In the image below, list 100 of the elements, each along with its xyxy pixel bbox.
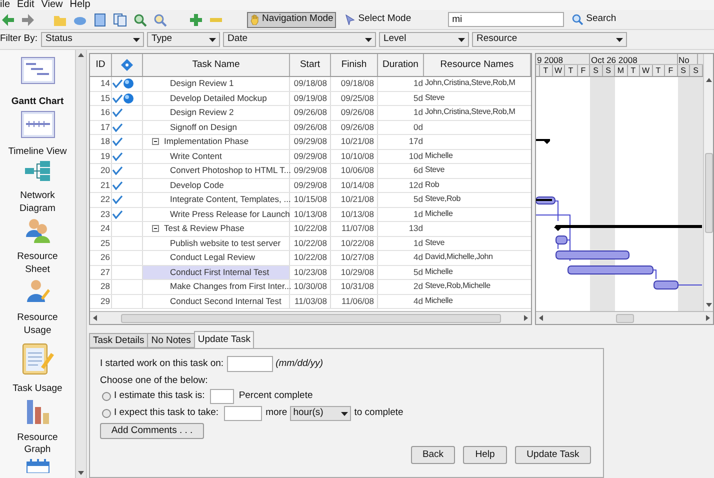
sidebar-item[interactable]: Resource Usage xyxy=(2,278,74,337)
start-cell: 10/15/08 xyxy=(290,193,331,206)
task-row[interactable]: 24 Test & Review Phase 10/22/08 11/07/08 13d xyxy=(90,222,531,236)
scroll-left-arrow-icon[interactable] xyxy=(93,315,97,321)
collapse-icon[interactable] xyxy=(152,225,159,232)
scroll-thumb[interactable] xyxy=(704,152,712,232)
filter-dropdown[interactable]: Level xyxy=(379,32,470,47)
task-row[interactable]: 28 Make Changes from First Inter... 10/30/08 10/31/08 2d Steve,Rob,Michelle xyxy=(90,280,531,294)
option-label: I expect this task to take: xyxy=(114,406,219,420)
collapse-icon[interactable] xyxy=(152,138,159,146)
back-arrow-icon[interactable] xyxy=(1,12,15,26)
scroll-right-arrow-icon[interactable] xyxy=(706,315,710,321)
sidebar-item[interactable]: Resource Graph xyxy=(2,398,74,456)
menu-item[interactable]: Edit xyxy=(17,0,34,10)
scroll-thumb[interactable] xyxy=(120,314,500,322)
column-header[interactable]: Finish xyxy=(331,54,378,76)
add-icon[interactable] xyxy=(189,12,203,26)
task-row[interactable]: 20 Convert Photoshop to HTML T... 09/29/08 10/06/08 6d Steve xyxy=(90,164,531,178)
column-header[interactable]: Resource Names xyxy=(424,54,531,76)
task-row[interactable]: 21 Develop Code 09/29/08 10/14/08 12d Rob xyxy=(90,178,531,193)
document-icon[interactable] xyxy=(93,12,107,26)
id-cell: 17 xyxy=(90,120,112,134)
start-cell: 10/22/08 xyxy=(290,236,331,250)
copy-icon[interactable] xyxy=(113,12,127,26)
task-row[interactable]: 14 Design Review 1 09/18/08 09/18/08 1d John,Cristina,Steve,Rob,M xyxy=(90,77,531,92)
filter-dropdown[interactable]: Status xyxy=(41,32,144,47)
resource-cell: Michelle xyxy=(425,296,453,304)
scrollbar[interactable] xyxy=(75,50,87,478)
task-name: Signoff on Design xyxy=(170,120,237,134)
sidebar-item[interactable]: Gantt Chart xyxy=(2,57,74,108)
column-header[interactable]: Task Name xyxy=(143,54,290,76)
radio-button[interactable] xyxy=(102,392,111,401)
scroll-thumb[interactable] xyxy=(616,314,634,322)
duration-cell-text: 10d xyxy=(408,150,424,162)
id-cell: 26 xyxy=(90,251,112,264)
form-button[interactable]: Help xyxy=(463,446,507,464)
date-format-hint: (mm/dd/yy) xyxy=(276,356,324,371)
day-header: W xyxy=(552,65,565,76)
form-button[interactable]: Back xyxy=(411,446,455,464)
sidebar-item[interactable]: Task Usage xyxy=(2,341,74,396)
day-header: T xyxy=(628,65,640,76)
scroll-down-arrow-icon[interactable] xyxy=(78,471,84,475)
column-header[interactable]: ID xyxy=(90,54,112,76)
task-row[interactable]: 29 Conduct Second Internal Test 11/03/08 11/06/08 4d Michelle xyxy=(90,294,531,309)
scroll-up-arrow-icon[interactable] xyxy=(78,53,84,57)
column-header[interactable]: Duration xyxy=(378,54,424,76)
resource-cell: Rob xyxy=(425,180,440,188)
date-field[interactable] xyxy=(226,356,273,372)
tab[interactable]: Update Task xyxy=(194,331,254,348)
task-name: Develop Detailed Mockup xyxy=(170,92,267,105)
more-label: more xyxy=(266,406,288,420)
zoom-in-icon[interactable] xyxy=(133,12,147,26)
task-row[interactable]: 23 Write Press Release for Launch 10/13/08 10/13/08 1d Michelle xyxy=(90,208,531,222)
search-field[interactable]: mi xyxy=(448,12,564,27)
radio-button[interactable] xyxy=(102,409,111,418)
form-button[interactable]: Update Task xyxy=(515,446,591,464)
dropdown-arrow-icon xyxy=(365,38,372,42)
task-row[interactable]: 27 Conduct First Internal Test 10/23/08 10/29/08 5d Michelle xyxy=(90,266,531,280)
sidebar-item[interactable]: Resource Sheet xyxy=(2,217,74,276)
horizontal-scrollbar[interactable] xyxy=(90,311,531,324)
menu-item[interactable]: View xyxy=(41,0,63,10)
filter-dropdown[interactable]: Type xyxy=(147,32,220,47)
scroll-right-arrow-icon[interactable] xyxy=(524,315,528,321)
task-name: Conduct Second Internal Test xyxy=(170,294,282,308)
task-row[interactable]: 22 Integrate Content, Templates, ... 10/15/08 10/21/08 5d Steve,Rob xyxy=(90,193,531,208)
tab[interactable]: No Notes xyxy=(147,333,195,348)
task-row[interactable]: 25 Publish website to test server 10/22/08 10/22/08 1d Steve xyxy=(90,236,531,251)
percent-field[interactable] xyxy=(210,389,234,404)
task-row[interactable]: 19 Write Content 09/29/08 10/10/08 10d Michelle xyxy=(90,150,531,164)
horizontal-scrollbar[interactable] xyxy=(536,311,713,324)
task-row[interactable]: 18 Implementation Phase 09/29/08 10/21/08 17d xyxy=(90,135,531,150)
finish-cell: 09/18/08 xyxy=(331,77,378,90)
column-header[interactable]: Start xyxy=(290,54,331,76)
menu-item[interactable]: Help xyxy=(70,0,90,10)
search-button[interactable]: Search xyxy=(570,12,618,27)
select-mode-button[interactable]: Select Mode xyxy=(342,12,414,28)
navigation-mode-button[interactable]: Navigation Mode xyxy=(247,12,336,28)
time-field[interactable] xyxy=(224,406,262,421)
scroll-left-arrow-icon[interactable] xyxy=(539,315,543,321)
scroll-up-arrow-icon[interactable] xyxy=(706,78,712,82)
task-row[interactable]: 15 Develop Detailed Mockup 09/19/08 09/25/08 5d Steve xyxy=(90,92,531,106)
filter-dropdown[interactable]: Resource xyxy=(472,32,628,47)
add-comments-button[interactable]: Add Comments . . . xyxy=(100,423,204,439)
start-cell: 09/19/08 xyxy=(290,92,331,105)
menu-item[interactable]: ile xyxy=(0,0,10,10)
task-row[interactable]: 17 Signoff on Design 09/26/08 09/26/08 0d xyxy=(90,120,531,135)
task-row[interactable]: 16 Design Review 2 09/26/08 09/26/08 1d John,Cristina,Steve,Rob,M xyxy=(90,106,531,120)
forward-arrow-icon[interactable] xyxy=(21,12,35,26)
search-icon xyxy=(572,14,584,25)
vertical-scrollbar[interactable] xyxy=(703,54,713,311)
tab[interactable]: Task Details xyxy=(89,333,148,348)
option-suffix: to complete xyxy=(354,406,404,420)
resource-cell: Steve xyxy=(425,92,444,102)
zoom-out-icon[interactable] xyxy=(153,12,167,26)
sidebar-item[interactable]: Timeline View xyxy=(2,110,74,158)
unit-dropdown[interactable]: hour(s) xyxy=(290,406,352,421)
filter-dropdown[interactable]: Date xyxy=(223,32,376,47)
sidebar-item[interactable]: Network Diagram xyxy=(2,160,74,215)
scroll-down-arrow-icon[interactable] xyxy=(706,303,712,307)
duration-cell-text: 5d xyxy=(412,193,424,206)
